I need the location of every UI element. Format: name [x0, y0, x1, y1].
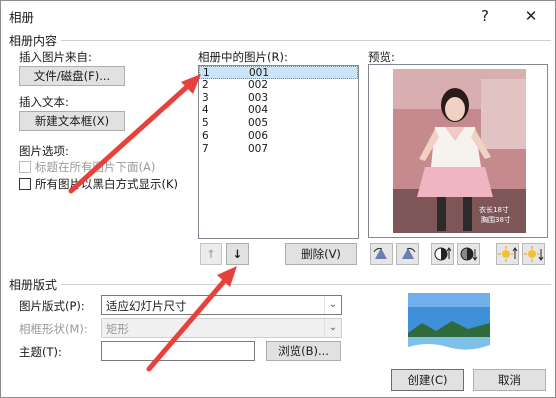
- theme-label: 主题(T):: [19, 345, 62, 359]
- brightness-down-button[interactable]: [522, 243, 545, 265]
- rotate-left-button[interactable]: [370, 243, 393, 265]
- list-item-name: 003: [248, 91, 269, 104]
- list-item-number: 6: [202, 129, 209, 142]
- picture-layout-value: 适应幻灯片尺寸: [106, 299, 187, 313]
- theme-thumbnail: [408, 293, 490, 355]
- section-divider: [61, 40, 551, 41]
- contrast-down-icon: [460, 247, 478, 261]
- album-layout-section-label: 相册版式: [9, 278, 58, 292]
- file-disk-button[interactable]: 文件/磁盘(F)...: [19, 66, 125, 86]
- window-title: 相册: [9, 10, 35, 25]
- chevron-down-icon: ⌄: [324, 296, 341, 314]
- list-item-number: 7: [202, 142, 209, 155]
- list-item-name: 004: [248, 104, 269, 117]
- list-item-name: 005: [248, 117, 269, 130]
- album-content-section-label: 相册内容: [9, 34, 58, 48]
- help-icon[interactable]: ?: [471, 4, 499, 28]
- picture-layout-label: 图片版式(P):: [19, 299, 85, 313]
- brightness-up-button[interactable]: [496, 243, 519, 265]
- new-textbox-button[interactable]: 新建文本框(X): [19, 111, 125, 131]
- insert-from-label: 插入图片来自:: [19, 50, 92, 64]
- list-item-number: 2: [202, 78, 209, 91]
- contrast-down-button[interactable]: [457, 243, 480, 265]
- frame-shape-value: 矩形: [106, 322, 129, 336]
- pictures-listbox[interactable]: 1 001 2 002 3 003 4 004 5 005 6 006 7 007: [198, 65, 359, 239]
- remove-button[interactable]: 删除(V): [285, 243, 357, 265]
- caption-below-label: 标题在所有图片下面(A): [35, 160, 156, 174]
- pictures-list-label: 相册中的图片(R):: [198, 50, 288, 64]
- list-item-number: 3: [202, 91, 209, 104]
- photo-caption-2: 胸围38寸: [481, 216, 511, 224]
- create-button[interactable]: 创建(C): [391, 369, 464, 391]
- list-item-name: 002: [248, 78, 269, 91]
- rotate-right-icon: [402, 247, 416, 259]
- section-divider: [61, 284, 551, 285]
- list-item[interactable]: 3 003: [199, 92, 358, 105]
- rotate-right-button[interactable]: [396, 243, 419, 265]
- contrast-up-button[interactable]: [431, 243, 454, 265]
- contrast-up-icon: [434, 247, 452, 261]
- picture-options-label: 图片选项:: [19, 144, 69, 158]
- theme-input[interactable]: [101, 341, 255, 361]
- chevron-down-icon: ⌄: [324, 319, 341, 337]
- list-item[interactable]: 4 004: [199, 104, 358, 117]
- move-up-button[interactable]: ↑: [200, 243, 222, 265]
- frame-shape-select[interactable]: 矩形 ⌄: [101, 318, 342, 338]
- list-item[interactable]: 5 005: [199, 117, 358, 130]
- black-white-checkbox[interactable]: [19, 178, 31, 190]
- insert-text-label: 插入文本:: [19, 95, 69, 109]
- list-item-number: 4: [202, 104, 209, 117]
- caption-below-checkbox[interactable]: [19, 161, 31, 173]
- photo-caption-1: 衣长18寸: [479, 206, 509, 214]
- frame-shape-label: 相框形状(M):: [19, 322, 88, 336]
- list-item-number: 5: [202, 117, 209, 130]
- list-item-name: 007: [248, 142, 269, 155]
- brightness-up-icon: [498, 246, 518, 262]
- photo-album-dialog: 相册 ? ✕ 相册内容 插入图片来自: 文件/磁盘(F)... 插入文本: 新建…: [0, 0, 556, 398]
- preview-label: 预览:: [368, 50, 395, 64]
- black-white-label: 所有图片以黑白方式显示(K): [35, 177, 179, 191]
- landscape-thumbnail-graphic: [408, 293, 490, 355]
- brightness-down-icon: [524, 246, 544, 262]
- rotate-left-icon: [373, 247, 387, 259]
- list-item-name: 006: [248, 129, 269, 142]
- list-item[interactable]: 6 006: [199, 130, 358, 143]
- preview-photo: 衣长18寸 胸围38寸: [393, 69, 526, 233]
- close-icon[interactable]: ✕: [517, 4, 545, 28]
- picture-layout-select[interactable]: 适应幻灯片尺寸 ⌄: [101, 295, 342, 315]
- preview-pane: 衣长18寸 胸围38寸: [368, 64, 548, 238]
- list-item[interactable]: 7 007: [199, 143, 358, 156]
- title-bar: 相册 ? ✕: [1, 1, 556, 31]
- list-item[interactable]: 1 001: [199, 66, 358, 79]
- move-down-button[interactable]: ↓: [226, 243, 249, 265]
- cancel-button[interactable]: 取消: [473, 369, 546, 391]
- list-item[interactable]: 2 002: [199, 79, 358, 92]
- browse-button[interactable]: 浏览(B)...: [266, 341, 341, 361]
